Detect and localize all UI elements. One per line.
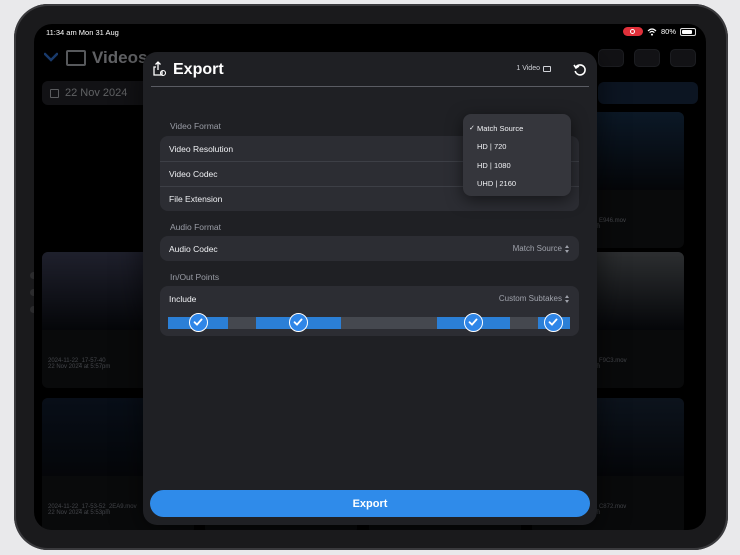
chevron-updown-icon: [565, 294, 570, 303]
resolution-menu: Match SourceHD | 720HD | 1080UHD | 2160: [463, 114, 571, 196]
wifi-icon: [647, 27, 657, 36]
video-count: 1 Video: [516, 65, 551, 72]
camera-button[interactable]: [670, 49, 696, 67]
checkmark-icon[interactable]: [289, 313, 309, 332]
sort-button[interactable]: [598, 49, 624, 67]
include-value[interactable]: Custom Subtakes: [499, 294, 570, 303]
row-label: File Extension: [169, 194, 223, 204]
section-video-format: Video Format: [170, 121, 221, 131]
row-label: Video Codec: [169, 169, 218, 179]
record-icon: [622, 27, 643, 36]
date-filter[interactable]: 22 Nov 2024: [42, 81, 152, 105]
section-in-out-points: In/Out Points: [170, 272, 220, 282]
resolution-option[interactable]: UHD | 2160: [463, 175, 571, 194]
modal-title: Export: [173, 61, 224, 78]
audio-format-group: Audio Codec Match Source: [160, 236, 579, 261]
row-label: Audio Codec: [169, 243, 218, 254]
in-out-group: Include Custom Subtakes: [160, 286, 579, 336]
page-title: Videos: [92, 48, 148, 67]
header-divider: [151, 86, 589, 87]
export-modal: Export 1 Video Video Format Video Resolu…: [143, 52, 597, 525]
row-label: Video Resolution: [169, 143, 234, 154]
resolution-option[interactable]: Match Source: [463, 119, 571, 138]
checkmark-icon[interactable]: [544, 313, 564, 332]
modal-header: Export 1 Video: [143, 52, 597, 88]
row-value-text: Match Source: [512, 244, 562, 253]
resolution-option[interactable]: HD | 1080: [463, 156, 571, 175]
battery-icon: [680, 27, 696, 36]
resolution-option[interactable]: HD | 720: [463, 138, 571, 157]
date-label: 22 Nov 2024: [65, 87, 128, 99]
checkmark-icon[interactable]: [188, 313, 208, 332]
device-frame: 11:34 am Mon 31 Aug 80% Videos 22 Nov 20…: [0, 0, 740, 555]
section-audio-format: Audio Format: [170, 222, 222, 232]
export-button[interactable]: Export: [150, 490, 590, 517]
row-value-text: Custom Subtakes: [498, 294, 562, 303]
row-label: Include: [169, 293, 197, 304]
calendar-icon: [50, 88, 59, 98]
film-strip-button[interactable]: [634, 49, 660, 67]
include-row[interactable]: Include Custom Subtakes: [160, 286, 579, 311]
status-bar: 11:34 am Mon 31 Aug 80%: [34, 24, 706, 40]
video-count-label: 1 Video: [516, 65, 540, 72]
screen: 11:34 am Mon 31 Aug 80% Videos 22 Nov 20…: [34, 24, 706, 530]
reset-icon[interactable]: [573, 63, 587, 77]
toolbar-actions[interactable]: [598, 82, 698, 104]
subtake-timeline[interactable]: [168, 313, 570, 332]
battery-percent: 80%: [660, 27, 676, 36]
checkmark-icon[interactable]: [464, 313, 484, 332]
chevron-updown-icon: [565, 244, 570, 253]
film-icon: [66, 50, 86, 66]
audio-codec-row[interactable]: Audio Codec Match Source: [160, 236, 579, 261]
chevron-down-icon[interactable]: [44, 52, 58, 62]
film-icon: [543, 65, 551, 72]
export-icon: [153, 61, 167, 77]
status-time: 11:34 am Mon 31 Aug: [46, 28, 119, 37]
audio-codec-value[interactable]: Match Source: [513, 244, 570, 253]
